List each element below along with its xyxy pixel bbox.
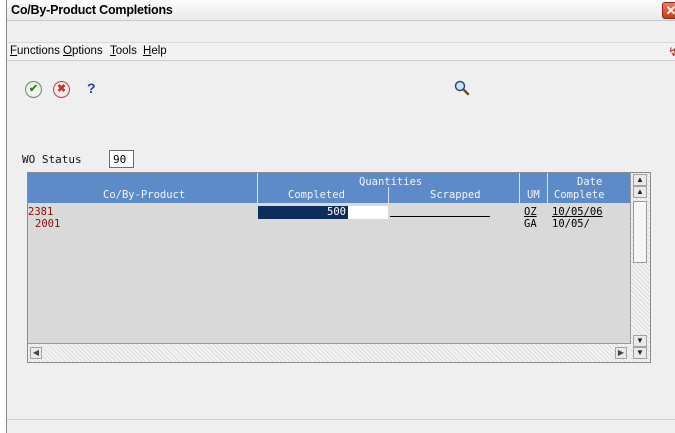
header-date-label: Date (577, 176, 603, 188)
header-um-label: UM (527, 189, 540, 201)
header-quantities: Quantities Completed Scrapped (258, 173, 520, 203)
cancel-button[interactable]: ✖ (53, 81, 70, 98)
scroll-down-icon[interactable]: ▼ (633, 335, 647, 347)
product-cell: 2001 (35, 218, 61, 230)
form-body: WO Status 90 Co/By-Product Quantities Co… (7, 114, 675, 419)
grid-body: 2381 500 OZ 10/05/06 2001 GA 10/05/ (28, 203, 631, 343)
header-date-complete[interactable]: Date Complete (548, 173, 631, 203)
scroll-up-icon[interactable]: ▲ (633, 186, 647, 198)
help-button[interactable]: ? (87, 80, 96, 96)
scrapped-quantity-input[interactable] (390, 216, 490, 217)
scroll-left-icon[interactable]: ◀ (30, 347, 42, 359)
product-cell: 2381 (28, 206, 54, 218)
header-completed-label[interactable]: Completed (288, 189, 345, 201)
header-co-by-product[interactable]: Co/By-Product (28, 173, 258, 203)
table-row[interactable]: 2001 GA 10/05/ (28, 218, 631, 230)
search-icon[interactable] (454, 80, 470, 96)
wo-status-label: WO Status (22, 153, 82, 166)
scroll-bottom-icon[interactable]: ▼ (633, 347, 647, 359)
header-scrapped-label[interactable]: Scrapped (430, 189, 481, 201)
table-row[interactable]: 2381 500 OZ 10/05/06 (28, 206, 631, 219)
menu-help[interactable]: Help (143, 45, 167, 57)
header-co-by-product-label: Co/By-Product (103, 189, 186, 201)
ok-button[interactable]: ✔ (25, 81, 42, 98)
title-bar: Co/By-Product Completions ✕ (7, 0, 675, 21)
scroll-right-icon[interactable]: ▶ (615, 347, 627, 359)
menu-bar: Functions Options Tools Help ↯ (7, 42, 675, 61)
toolbar: ✔ ✖ ? (7, 62, 675, 114)
completions-grid: Co/By-Product Quantities Completed Scrap… (27, 172, 651, 363)
header-quantities-label: Quantities (359, 176, 423, 188)
vertical-scroll-thumb[interactable] (633, 201, 647, 263)
menu-options[interactable]: Options (63, 45, 103, 57)
um-cell: GA (524, 218, 537, 230)
app-logo-icon: ↯ (667, 45, 675, 59)
menu-tools[interactable]: Tools (110, 45, 137, 57)
date-complete-cell[interactable]: 10/05/06 (552, 206, 603, 218)
header-um[interactable]: UM (520, 173, 548, 203)
horizontal-scrollbar[interactable]: ◀ ▶ (28, 343, 631, 362)
date-complete-cell: 10/05/ (552, 218, 590, 230)
grid-header: Co/By-Product Quantities Completed Scrap… (28, 173, 631, 203)
um-cell[interactable]: OZ (524, 206, 537, 218)
close-window-button[interactable]: ✕ (662, 2, 675, 19)
wo-status-field[interactable]: 90 (109, 150, 134, 168)
header-complete-label: Complete (554, 189, 605, 201)
scroll-top-icon[interactable]: ▲ (633, 174, 647, 186)
window-title: Co/By-Product Completions (11, 3, 173, 17)
vertical-scrollbar[interactable]: ▲ ▲ ▼ ▼ (630, 173, 650, 362)
menu-functions[interactable]: Functions (10, 45, 60, 57)
application-window: Co/By-Product Completions ✕ Functions Op… (6, 0, 675, 433)
status-strip (7, 419, 675, 433)
